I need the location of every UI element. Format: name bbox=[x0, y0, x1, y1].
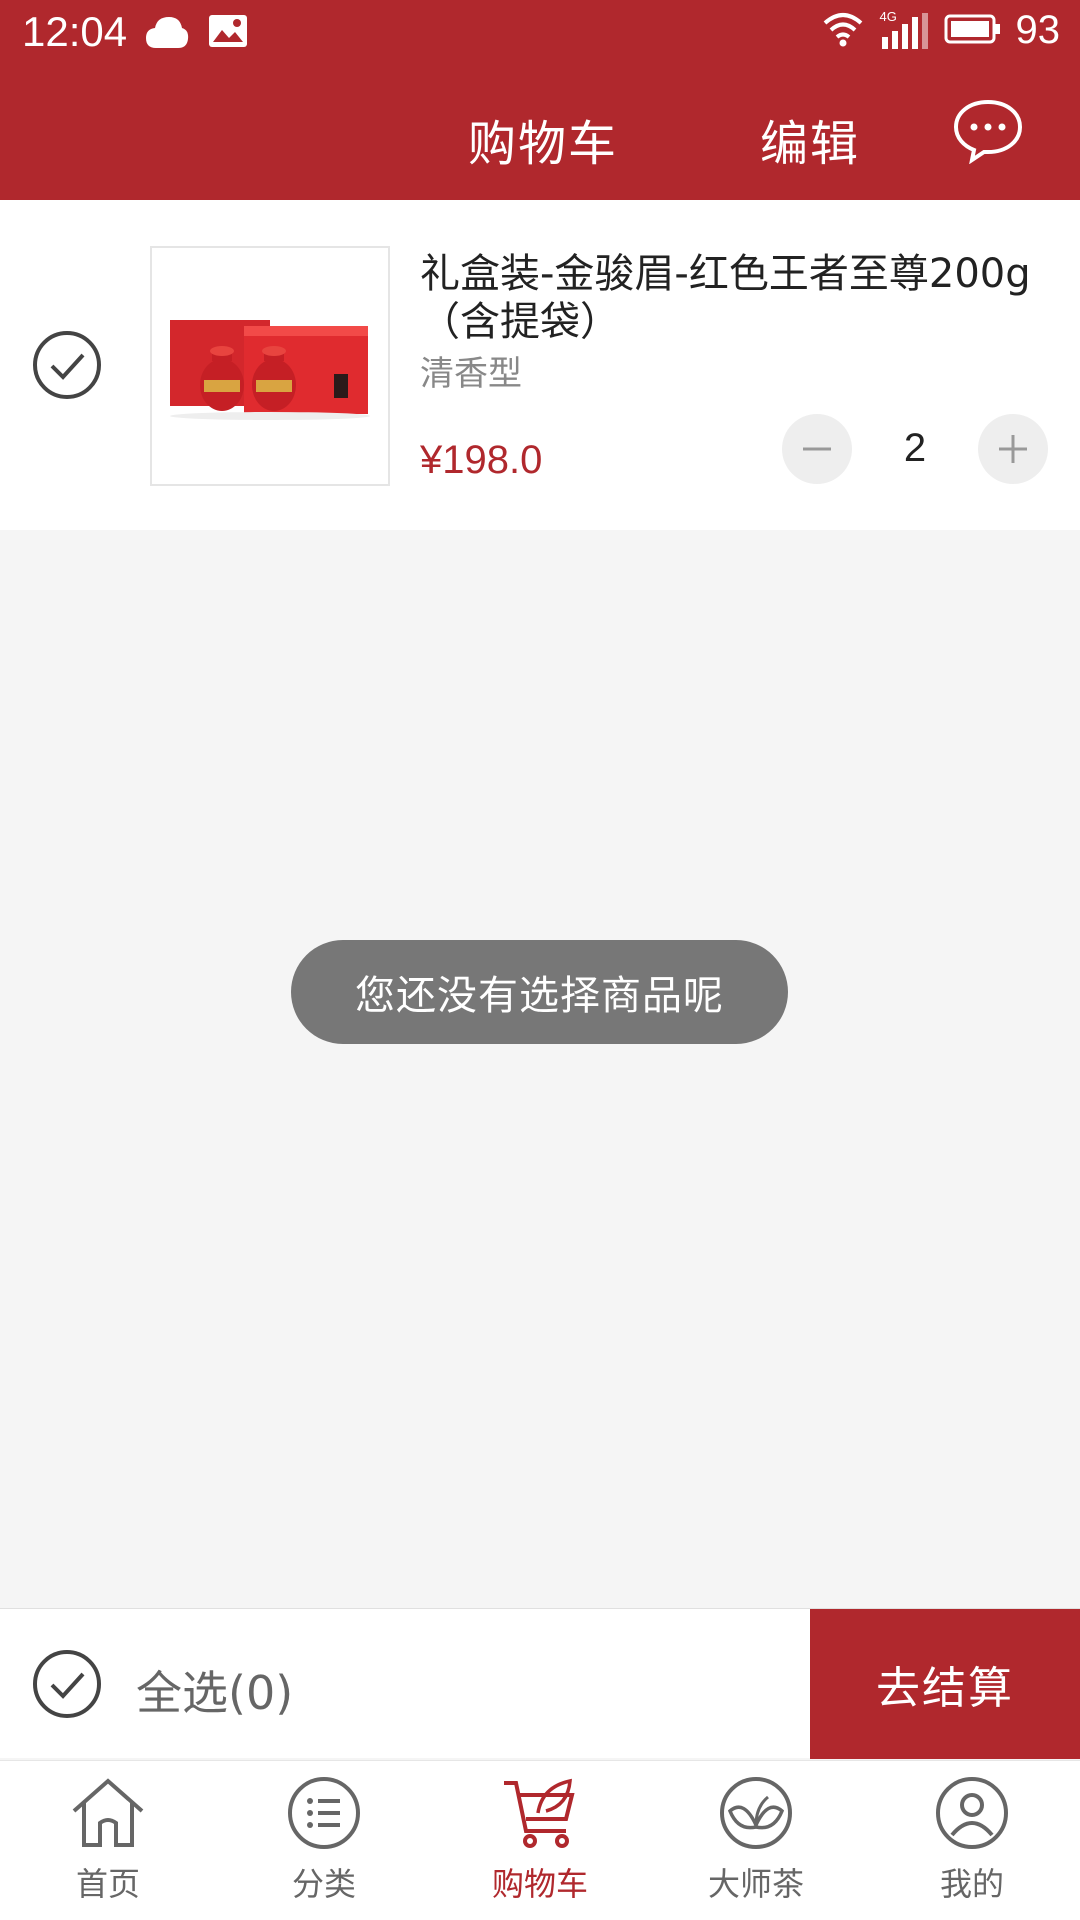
select-all-checkbox-icon[interactable] bbox=[32, 1649, 102, 1723]
status-bar: 12:04 4G 93 bbox=[0, 0, 1080, 66]
minus-icon bbox=[803, 447, 831, 451]
signal-4g-icon: 4G bbox=[878, 9, 930, 51]
status-right: 4G 93 bbox=[822, 8, 1061, 53]
wifi-icon bbox=[822, 11, 864, 51]
gallery-notification-icon bbox=[208, 14, 248, 52]
page-title: 购物车 bbox=[468, 116, 619, 172]
item-checkbox-icon[interactable] bbox=[32, 330, 102, 404]
cart-icon bbox=[504, 1778, 575, 1848]
decrease-quantity-button[interactable] bbox=[782, 414, 852, 484]
profile-icon bbox=[936, 1777, 1008, 1849]
tab-master-tea-label: 大师茶 bbox=[707, 1865, 804, 1903]
product-spec: 清香型 bbox=[420, 354, 522, 394]
tab-cart[interactable]: 购物车 bbox=[432, 1761, 648, 1920]
checkout-button[interactable]: 去结算 bbox=[810, 1609, 1080, 1759]
battery-icon bbox=[944, 12, 1002, 50]
edit-button[interactable]: 编辑 bbox=[760, 104, 860, 174]
tab-master-tea[interactable]: 大师茶 bbox=[648, 1761, 864, 1920]
product-image[interactable] bbox=[150, 246, 390, 486]
category-icon bbox=[288, 1777, 360, 1849]
toast-message: 您还没有选择商品呢 bbox=[291, 940, 788, 1044]
tab-profile[interactable]: 我的 bbox=[864, 1761, 1080, 1920]
product-name[interactable]: 礼盒装-金骏眉-红色王者至尊200g（含提袋） bbox=[420, 250, 1040, 346]
quantity-value: 2 bbox=[903, 426, 927, 470]
bottom-tab-bar: 首页 分类 购物车 大师茶 我的 bbox=[0, 1760, 1080, 1920]
tab-home-label: 首页 bbox=[75, 1865, 140, 1903]
select-all-label[interactable]: 全选(0) bbox=[136, 1657, 293, 1723]
tab-home[interactable]: 首页 bbox=[0, 1761, 216, 1920]
tab-profile-label: 我的 bbox=[939, 1865, 1004, 1903]
tea-leaf-icon bbox=[720, 1777, 792, 1849]
checkout-bar: 全选(0) 去结算 bbox=[0, 1608, 1080, 1759]
weather-cloud-icon bbox=[144, 14, 190, 54]
increase-quantity-button[interactable] bbox=[978, 414, 1048, 484]
top-bar: 12:04 4G 93 购物车 编辑 bbox=[0, 0, 1080, 200]
tab-category-label: 分类 bbox=[291, 1865, 356, 1903]
home-icon bbox=[72, 1778, 144, 1847]
tab-category[interactable]: 分类 bbox=[216, 1761, 432, 1920]
cart-item: 礼盒装-金骏眉-红色王者至尊200g（含提袋） 清香型 ¥198.0 2 bbox=[0, 200, 1080, 530]
tab-cart-label: 购物车 bbox=[491, 1865, 588, 1903]
message-icon[interactable] bbox=[952, 98, 1024, 168]
battery-level: 93 bbox=[1015, 8, 1061, 52]
product-price: ¥198.0 bbox=[420, 438, 543, 482]
plus-icon bbox=[999, 435, 1027, 463]
status-time: 12:04 bbox=[22, 8, 128, 55]
